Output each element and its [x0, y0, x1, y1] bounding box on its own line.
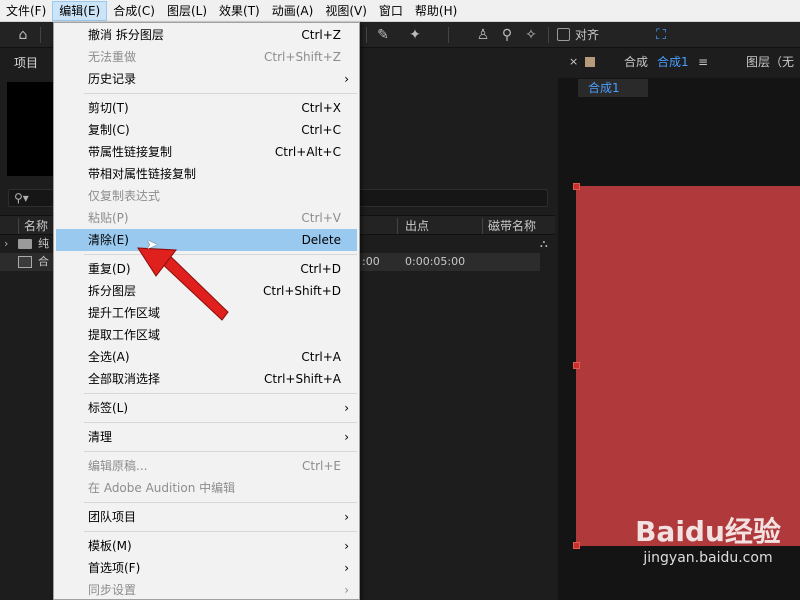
project-thumbnail [7, 82, 53, 176]
menu-item-preferences[interactable]: 首选项(F) › [56, 557, 357, 579]
menu-composition[interactable]: 合成(C) [107, 1, 161, 21]
composition-icon [18, 256, 32, 268]
toolbar-divider [448, 27, 449, 43]
composition-tabbar: × 合成 合成1 ≡ 图层（无 [558, 48, 800, 78]
layer-tab[interactable]: 图层（无 [746, 54, 794, 70]
row-name: 纯 [38, 237, 49, 250]
pin-tool-icon[interactable]: ✦ [406, 26, 424, 44]
panel-menu-icon[interactable]: ≡ [698, 54, 708, 70]
composition-canvas[interactable] [576, 186, 800, 546]
row-out-point: 0:00:05:00 [405, 255, 466, 268]
menu-separator [84, 254, 357, 255]
menu-item-clear[interactable]: 清除(E) Delete [56, 229, 357, 251]
menu-item-label[interactable]: 标签(L) › [56, 397, 357, 419]
submenu-arrow-icon: › [344, 401, 349, 415]
toolbar-divider [548, 27, 549, 43]
menu-help[interactable]: 帮助(H) [409, 1, 463, 21]
home-icon[interactable]: ⌂ [14, 26, 32, 44]
transform-handle[interactable] [573, 183, 580, 190]
menu-item-copy-with-relative-links[interactable]: 带相对属性链接复制 [56, 163, 357, 185]
menu-item-paste: 粘贴(P) Ctrl+V [88, 211, 341, 225]
menu-item-copy-with-property-links[interactable]: 带属性链接复制 Ctrl+Alt+C [56, 141, 357, 163]
composition-subtab[interactable]: 合成1 [578, 79, 648, 97]
menu-separator [84, 502, 357, 503]
label-color-swatch [585, 57, 595, 67]
row-in-point: :00 [362, 255, 380, 268]
puppet-starch-icon[interactable]: ⚲ [498, 26, 516, 44]
menu-edit[interactable]: 编辑(E) [52, 0, 108, 21]
menu-item-team-project[interactable]: 团队项目 › [56, 506, 357, 528]
composition-tab-name[interactable]: 合成1 [657, 54, 689, 70]
row-name: 合 [38, 255, 49, 268]
close-icon[interactable]: × [569, 55, 578, 68]
menu-item-edit-original: 编辑原稿... Ctrl+E [88, 459, 341, 473]
menu-item-deselect-all[interactable]: 全部取消选择 Ctrl+Shift+A [56, 368, 357, 390]
menu-separator [84, 93, 357, 94]
menu-separator [84, 531, 357, 532]
menu-item-redo: 无法重做 Ctrl+Shift+Z [88, 50, 341, 64]
expand-arrow-icon[interactable]: › [4, 235, 8, 253]
column-name[interactable]: 名称 [24, 218, 48, 234]
flowchart-icon[interactable]: ⛬ [540, 237, 548, 251]
menu-item-select-all[interactable]: 全选(A) Ctrl+A [56, 346, 357, 368]
watermark-url: jingyan.baidu.com [643, 550, 773, 566]
composition-tab-label[interactable]: 合成 [624, 54, 648, 70]
menu-separator [84, 393, 357, 394]
toolbar-divider [366, 27, 367, 43]
watermark-logo: Baidu经验 [635, 515, 781, 548]
column-divider [482, 218, 483, 234]
project-tab[interactable]: 项目 [14, 54, 38, 71]
menu-item-history[interactable]: 历史记录 › [56, 68, 357, 90]
menu-bar: 文件(F) 编辑(E) 合成(C) 图层(L) 效果(T) 动画(A) 视图(V… [0, 0, 800, 22]
menu-item-copy-expression-only: 仅复制表达式 [88, 189, 161, 203]
menu-window[interactable]: 窗口 [373, 1, 409, 21]
baidu-watermark: Baidu经验 jingyan.baidu.com [616, 515, 800, 567]
toolbar-divider [40, 27, 41, 43]
menu-item-extract-work-area[interactable]: 提取工作区域 [56, 324, 357, 346]
menu-layer[interactable]: 图层(L) [161, 1, 213, 21]
submenu-arrow-icon: › [344, 539, 349, 553]
menu-item-purge[interactable]: 清理 › [56, 426, 357, 448]
menu-separator [84, 422, 357, 423]
puppet-bend-icon[interactable]: ✧ [522, 26, 540, 44]
column-tape-name[interactable]: 磁带名称 [488, 218, 536, 234]
column-out-point[interactable]: 出点 [405, 218, 429, 234]
menu-item-undo[interactable]: 撤消 拆分图层 Ctrl+Z [56, 24, 357, 46]
folder-icon [18, 239, 32, 249]
menu-item-edit-in-audition: 在 Adobe Audition 中编辑 [88, 481, 236, 495]
menu-item-duplicate[interactable]: 重复(D) Ctrl+D [56, 258, 357, 280]
submenu-arrow-icon: › [344, 583, 349, 597]
menu-item-lift-work-area[interactable]: 提升工作区域 [56, 302, 357, 324]
edit-menu-dropdown: 撤消 拆分图层 Ctrl+Z 无法重做 Ctrl+Shift+Z 历史记录 › 剪切(… [53, 22, 360, 600]
column-divider [397, 218, 398, 234]
menu-separator [84, 451, 357, 452]
menu-item-split-layer[interactable]: 拆分图层 Ctrl+Shift+D [56, 280, 357, 302]
snap-label: 对齐 [575, 28, 600, 42]
mouse-cursor-icon: ➤ [146, 237, 158, 253]
snap-checkbox[interactable] [557, 28, 570, 41]
menu-item-templates[interactable]: 模板(M) › [56, 535, 357, 557]
submenu-arrow-icon: › [344, 72, 349, 86]
menu-item-sync-settings: 同步设置 › [56, 579, 357, 600]
submenu-arrow-icon: › [344, 510, 349, 524]
snap-options-icon[interactable]: ⛶ [652, 26, 670, 44]
transform-handle[interactable] [573, 542, 580, 549]
search-icon[interactable]: ⚲▾ [14, 190, 29, 206]
submenu-arrow-icon: › [344, 561, 349, 575]
menu-item-copy[interactable]: 复制(C) Ctrl+C [56, 119, 357, 141]
menu-animation[interactable]: 动画(A) [266, 1, 320, 21]
transform-handle[interactable] [573, 362, 580, 369]
menu-file[interactable]: 文件(F) [0, 1, 52, 21]
column-divider [18, 218, 19, 234]
menu-effect[interactable]: 效果(T) [213, 1, 266, 21]
menu-item-cut[interactable]: 剪切(T) Ctrl+X [56, 97, 357, 119]
menu-view[interactable]: 视图(V) [319, 1, 373, 21]
puppet-pin-icon[interactable]: ♙ [474, 26, 492, 44]
pen-tool-icon[interactable]: ✎ [374, 26, 392, 44]
submenu-arrow-icon: › [344, 430, 349, 444]
